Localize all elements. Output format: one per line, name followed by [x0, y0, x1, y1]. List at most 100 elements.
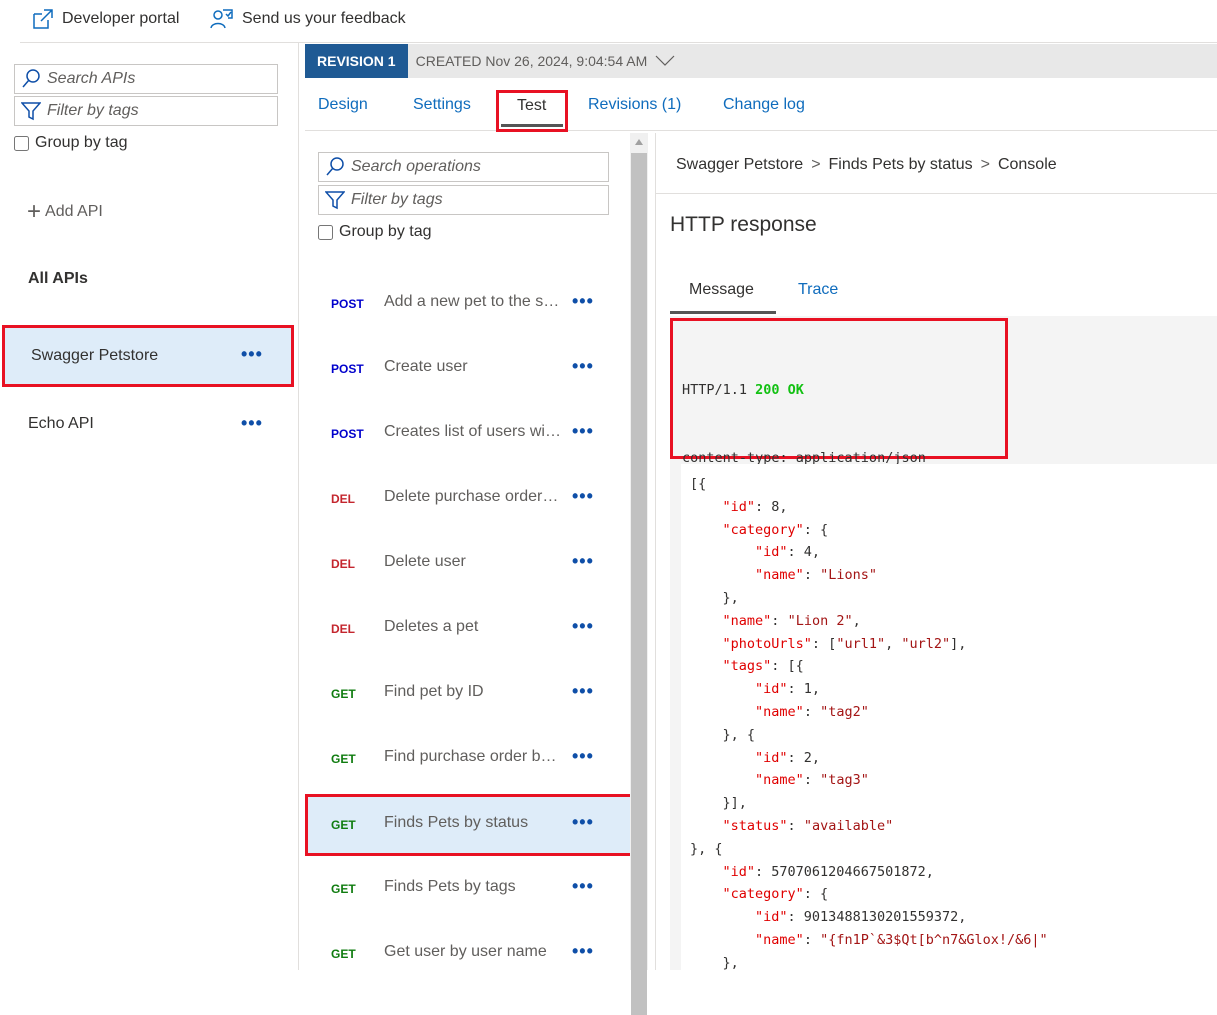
json-punct: : — [803, 931, 821, 948]
code-line: "name": "tag2" — [690, 701, 1217, 724]
json-punct: : — [771, 612, 788, 629]
active-tab-indicator — [670, 311, 776, 314]
operation-item[interactable]: GET Find pet by ID ••• — [305, 663, 631, 725]
method-badge: GET — [331, 687, 356, 701]
method-badge: DEL — [331, 622, 355, 636]
json-punct — [690, 522, 723, 538]
json-punct — [690, 658, 723, 674]
operation-name: Finds Pets by tags — [384, 878, 516, 895]
code-line: "id": 1, — [690, 678, 1217, 701]
json-key: "name" — [755, 703, 804, 720]
search-operations-input[interactable]: Search operations — [318, 152, 609, 182]
code-line: "name": "Lion 2", — [690, 610, 1217, 633]
http-version: HTTP/1.1 — [682, 381, 748, 398]
api-item-swagger-petstore[interactable]: Swagger Petstore ••• — [2, 325, 294, 387]
more-icon[interactable]: ••• — [572, 616, 594, 637]
developer-portal-label: Developer portal — [62, 10, 180, 27]
more-icon[interactable]: ••• — [241, 344, 263, 365]
json-key: "category" — [722, 886, 804, 903]
code-line: "category": { — [690, 519, 1217, 542]
more-icon[interactable]: ••• — [572, 356, 594, 377]
filter-tags-input[interactable]: Filter by tags — [14, 96, 278, 126]
more-icon[interactable]: ••• — [241, 413, 263, 434]
feedback-link[interactable]: Send us your feedback — [210, 8, 406, 30]
api-item-echo-api[interactable]: Echo API ••• — [2, 393, 294, 455]
more-icon[interactable]: ••• — [572, 876, 594, 897]
json-punct — [690, 772, 755, 788]
checkbox-label: Group by tag — [35, 134, 128, 151]
more-icon[interactable]: ••• — [572, 812, 594, 833]
more-icon[interactable]: ••• — [572, 551, 594, 572]
json-punct: : — [803, 567, 821, 584]
code-line: "id": 4, — [690, 541, 1217, 564]
code-line: "name": "{fn1P`&3$Qt[b^n7&Glox!/&6|" — [690, 929, 1217, 952]
operation-item[interactable]: GET Get user by user name ••• — [305, 923, 631, 985]
operation-item[interactable]: DEL Delete user ••• — [305, 533, 631, 595]
operation-item[interactable]: GET Find purchase order by ID ••• — [305, 728, 631, 790]
tab-message[interactable]: Message — [689, 281, 754, 299]
breadcrumb-separator: > — [980, 156, 990, 173]
operations-scrollbar[interactable] — [630, 133, 648, 1015]
group-by-tag-checkbox[interactable]: Group by tag — [14, 134, 128, 152]
scroll-up-arrow-icon[interactable] — [635, 139, 643, 145]
json-key: "category" — [722, 521, 804, 538]
search-apis-input[interactable]: Search APIs — [14, 64, 278, 94]
checkbox-label: Group by tag — [339, 223, 432, 240]
operation-item[interactable]: POST Add a new pet to the store ••• — [305, 273, 631, 335]
plus-icon: + — [27, 198, 42, 225]
json-punct — [690, 818, 723, 834]
json-punct: : 9013488130201559372, — [787, 909, 967, 926]
checkbox[interactable] — [14, 135, 29, 151]
tab-trace[interactable]: Trace — [798, 281, 838, 299]
operation-item[interactable]: GET Finds Pets by status ••• — [305, 794, 634, 856]
search-icon — [326, 157, 344, 176]
breadcrumb-item[interactable]: Finds Pets by status — [829, 156, 973, 174]
tab-test[interactable]: Test — [496, 90, 568, 132]
code-line: "id": 9013488130201559372, — [690, 906, 1217, 929]
more-icon[interactable]: ••• — [572, 421, 594, 442]
filter-icon — [21, 102, 41, 121]
code-line: "tags": [{ — [690, 655, 1217, 678]
checkbox[interactable] — [318, 224, 333, 240]
chevron-down-icon[interactable] — [655, 55, 675, 67]
more-icon[interactable]: ••• — [572, 681, 594, 702]
add-api-button[interactable]: + Add API — [27, 198, 103, 225]
external-link-icon — [33, 9, 53, 29]
code-line: }, — [690, 587, 1217, 610]
json-punct — [690, 886, 723, 902]
json-string: "url1" — [836, 635, 886, 652]
json-key: "id" — [722, 498, 756, 515]
json-punct: , — [852, 612, 861, 629]
breadcrumb-item[interactable]: Swagger Petstore — [676, 156, 803, 174]
json-punct: ], — [950, 635, 967, 652]
code-line: "name": "Lions" — [690, 564, 1217, 587]
json-string: "Lions" — [820, 567, 877, 584]
json-punct: : { — [803, 521, 829, 538]
tab-change-log[interactable]: Change log — [723, 96, 805, 114]
operation-item[interactable]: POST Create user ••• — [305, 338, 631, 400]
json-punct — [690, 750, 755, 766]
json-key: "id" — [755, 749, 788, 766]
developer-portal-link[interactable]: Developer portal — [32, 8, 179, 30]
tab-revisions[interactable]: Revisions (1) — [588, 96, 681, 114]
panel-divider — [655, 133, 656, 970]
filter-operations-input[interactable]: Filter by tags — [318, 185, 609, 215]
all-apis-heading: All APIs — [28, 270, 88, 287]
json-punct — [690, 499, 723, 515]
more-icon[interactable]: ••• — [572, 291, 594, 312]
json-string: "tag3" — [820, 772, 869, 789]
operation-name: Add a new pet to the store — [384, 293, 562, 310]
operation-item[interactable]: POST Creates list of users with given inp… — [305, 403, 631, 465]
operation-item[interactable]: DEL Delete purchase order by ID ••• — [305, 468, 631, 530]
tab-settings[interactable]: Settings — [413, 96, 471, 114]
more-icon[interactable]: ••• — [572, 941, 594, 962]
ops-group-by-tag-checkbox[interactable]: Group by tag — [318, 223, 432, 241]
json-punct: : [ — [811, 635, 837, 652]
more-icon[interactable]: ••• — [572, 746, 594, 767]
tab-design[interactable]: Design — [318, 96, 368, 114]
scrollbar-thumb[interactable] — [631, 153, 647, 1015]
operation-item[interactable]: DEL Deletes a pet ••• — [305, 598, 631, 660]
operation-item[interactable]: GET Finds Pets by tags ••• — [305, 858, 631, 920]
more-icon[interactable]: ••• — [572, 486, 594, 507]
json-punct — [690, 681, 755, 697]
